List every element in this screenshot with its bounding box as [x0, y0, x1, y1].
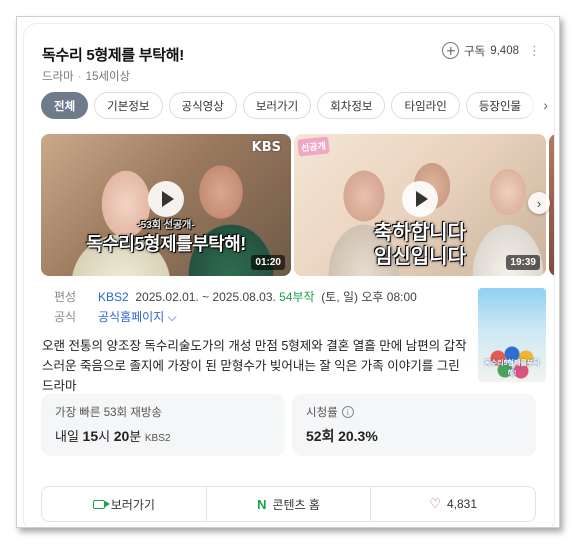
- content-home-button[interactable]: N 콘텐츠 홈: [207, 487, 372, 521]
- official-homepage-link[interactable]: 공식홈페이지 ⌵: [98, 308, 177, 325]
- video-thumbnail-2[interactable]: 선공개 축하합니다 임신입니다 19:39: [294, 134, 546, 276]
- like-count: 4,831: [446, 497, 478, 511]
- tab-basic-info[interactable]: 기본정보: [94, 92, 163, 119]
- tab-timeline[interactable]: 타임라인: [391, 92, 460, 119]
- video-duration: 19:39: [506, 255, 540, 270]
- rerun-day: 내일: [55, 429, 79, 444]
- action-bar: 보러가기 N 콘텐츠 홈 ♡ 4,831: [41, 486, 536, 522]
- subscribe-area[interactable]: 구독 9,408 ⋮: [442, 42, 541, 59]
- tab-watch[interactable]: 보러가기: [242, 92, 312, 119]
- episode-count: 54부작: [279, 289, 315, 304]
- video-camera-icon: [92, 499, 110, 509]
- preview-badge: 선공개: [297, 136, 330, 157]
- show-poster[interactable]: 독수리5형제를부탁해!: [478, 288, 546, 382]
- chevron-down-icon[interactable]: ⌵: [168, 310, 177, 324]
- broadcast-value: KBS2 2025.02.01. ~ 2025.08.03. 54부작 (토, …: [98, 288, 417, 305]
- rerun-hour: 15: [82, 428, 99, 444]
- poster-title: 독수리5형제를부탁해!: [484, 360, 540, 377]
- tab-bar: 전체 기본정보 공식영상 보러가기 회차정보 타임라인 등장인물: [41, 92, 554, 120]
- kbs-logo: KBS: [251, 140, 281, 155]
- ratings-box: 시청률 i 52회 20.3%: [292, 394, 536, 456]
- tab-official-videos[interactable]: 공식영상: [168, 92, 237, 119]
- rerun-minute-unit: 분: [129, 429, 142, 444]
- ratings-value: 20.3%: [338, 428, 378, 444]
- tabs-next-chevron-icon[interactable]: ›: [526, 90, 554, 120]
- heart-icon: ♡: [429, 496, 441, 511]
- rerun-time: 내일 15시 20분 KBS2: [55, 426, 271, 445]
- genre-label: 드라마: [42, 71, 74, 83]
- ratings-value-row: 52회 20.3%: [306, 426, 522, 446]
- video-subtitle: -53회 선공개-: [137, 220, 195, 231]
- search-result-card: 독수리 5형제를 부탁해! 드라마 · 15세이상 구독 9,408 ⋮ 전체 기본…: [23, 23, 555, 527]
- like-button[interactable]: ♡ 4,831: [371, 487, 535, 521]
- ratings-episode: 52회: [306, 428, 335, 444]
- broadcast-label: 편성: [54, 289, 77, 304]
- screenshot-frame: 독수리 5형제를 부탁해! 드라마 · 15세이상 구독 9,408 ⋮ 전체 기본…: [16, 16, 560, 528]
- broadcast-dates: 2025.02.01. ~ 2025.08.03.: [135, 289, 276, 304]
- age-rating: 15세이상: [85, 71, 131, 83]
- info-icon[interactable]: i: [341, 406, 354, 418]
- rerun-label: 가장 빠른 53회 재방송: [55, 407, 163, 419]
- show-description: 오랜 전통의 양조장 독수리술도가의 개성 만점 5형제와 결혼 열흘 만에 남…: [42, 339, 467, 393]
- rerun-box: 가장 빠른 53회 재방송 내일 15시 20분 KBS2: [41, 394, 285, 456]
- play-icon[interactable]: [402, 181, 438, 217]
- ratings-label-row: 시청률 i: [306, 404, 522, 420]
- content-home-label[interactable]: 콘텐츠 홈: [272, 496, 320, 513]
- video-carousel: KBS -53회 선공개- 독수리5형제를부탁해! 01:20 선공개 축하합니…: [41, 134, 554, 276]
- video-duration: 01:20: [251, 255, 285, 270]
- show-meta: 드라마 · 15세이상: [42, 68, 130, 84]
- video-thumbnail-1[interactable]: KBS -53회 선공개- 독수리5형제를부탁해! 01:20: [41, 134, 291, 276]
- official-row: 공식 공식홈페이지 ⌵: [54, 306, 417, 326]
- rerun-minute: 20: [113, 428, 130, 444]
- rerun-hour-unit: 시: [98, 429, 111, 444]
- broadcast-info: 편성 KBS2 2025.02.01. ~ 2025.08.03. 54부작 (…: [54, 286, 417, 326]
- plus-circle-icon[interactable]: [442, 42, 460, 59]
- page-title[interactable]: 독수리 5형제를 부탁해!: [42, 44, 184, 65]
- tab-all[interactable]: 전체: [41, 92, 89, 119]
- meta-separator: ·: [77, 71, 82, 83]
- official-homepage-label[interactable]: 공식홈페이지: [98, 310, 164, 324]
- broadcast-schedule: (토, 일) 오후 08:00: [321, 289, 417, 304]
- official-label: 공식: [54, 309, 77, 324]
- channel-link[interactable]: KBS2: [98, 290, 129, 304]
- broadcast-row: 편성 KBS2 2025.02.01. ~ 2025.08.03. 54부작 (…: [54, 286, 417, 306]
- subscribe-count: 9,408: [490, 44, 519, 57]
- watch-label[interactable]: 보러가기: [111, 496, 155, 513]
- watch-button[interactable]: 보러가기: [42, 487, 207, 521]
- carousel-next-chevron-icon[interactable]: ›: [528, 192, 550, 214]
- video-caption: 독수리5형제를부탁해!: [86, 234, 246, 254]
- more-options-icon[interactable]: ⋮: [528, 43, 541, 59]
- subscribe-label[interactable]: 구독: [464, 43, 485, 59]
- play-icon[interactable]: [148, 181, 184, 217]
- ratings-label: 시청률: [306, 407, 338, 419]
- tab-characters[interactable]: 등장인물: [465, 92, 535, 119]
- naver-n-icon: N: [257, 496, 267, 512]
- rerun-channel: KBS2: [144, 433, 171, 444]
- tab-episodes[interactable]: 회차정보: [317, 92, 386, 119]
